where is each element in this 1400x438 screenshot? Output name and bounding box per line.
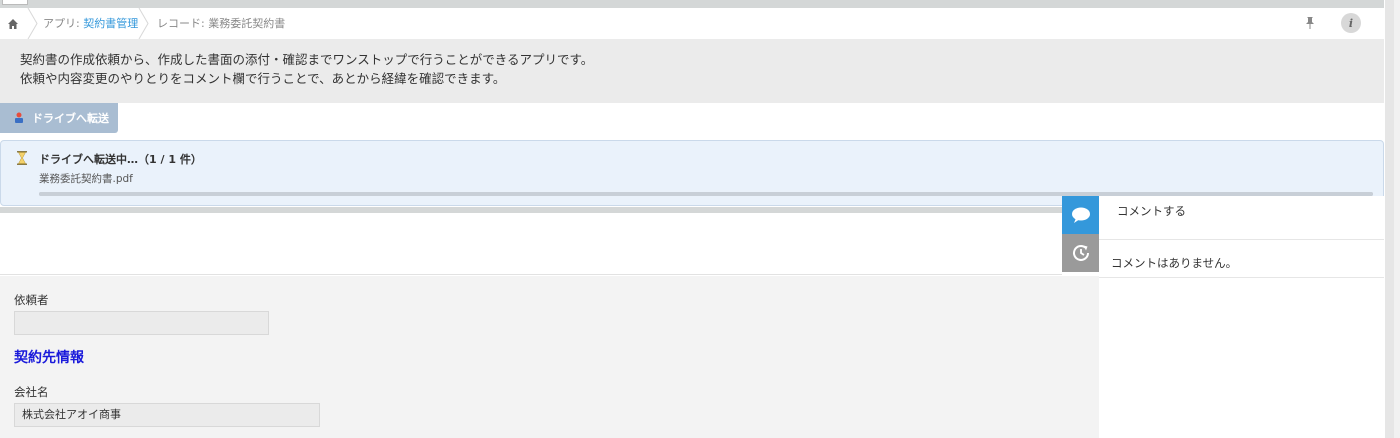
comment-divider: [1099, 277, 1384, 278]
comment-tab[interactable]: [1062, 196, 1099, 234]
drive-transfer-button[interactable]: ドライブへ転送: [0, 103, 118, 133]
top-header-bar: [0, 0, 1384, 8]
company-label: 会社名: [14, 385, 49, 399]
header-tab[interactable]: [2, 0, 28, 5]
no-comments-text: コメントはありません。: [1111, 256, 1238, 270]
transfer-title: ドライブへ転送中…（1 / 1 件）: [39, 153, 202, 166]
info-icon[interactable]: i: [1341, 13, 1361, 33]
app-description: 契約書の作成依頼から、作成した書面の添付・確認までワンストップで行うことができる…: [0, 39, 1384, 103]
comment-input[interactable]: コメントする: [1099, 196, 1384, 240]
requester-field[interactable]: [14, 311, 269, 335]
requester-label: 依頼者: [14, 293, 49, 307]
record-header-area: [0, 213, 1062, 275]
scrollbar-thumb[interactable]: [1385, 0, 1394, 438]
breadcrumb-app-link[interactable]: 契約書管理: [83, 17, 138, 30]
pin-icon[interactable]: [1300, 13, 1320, 33]
hourglass-icon: [17, 151, 27, 165]
history-icon: [1072, 244, 1089, 261]
breadcrumb-separator: [138, 8, 149, 39]
page-scrollbar[interactable]: [1384, 0, 1400, 438]
breadcrumb: アプリ: 契約書管理 レコード: 業務委託契約書 i: [0, 8, 1384, 39]
breadcrumb-separator: [27, 8, 38, 39]
company-field[interactable]: 株式会社アオイ商事: [14, 403, 320, 427]
breadcrumb-app-prefix: アプリ:: [43, 17, 84, 30]
description-line-2: 依頼や内容変更のやりとりをコメント欄で行うことで、あとから経緯を確認できます。: [20, 71, 506, 86]
history-tab[interactable]: [1062, 234, 1099, 272]
drive-transfer-label: ドライブへ転送: [32, 112, 109, 125]
section-title-contract-partner: 契約先情報: [14, 350, 84, 366]
transfer-file-name: 業務委託契約書.pdf: [39, 173, 133, 185]
comment-bubble-icon: [1071, 207, 1090, 223]
description-line-1: 契約書の作成依頼から、作成した書面の添付・確認までワンストップで行うことができる…: [20, 52, 594, 67]
comment-input-placeholder: コメントする: [1117, 204, 1186, 218]
home-icon[interactable]: [0, 8, 26, 39]
drive-upload-icon: [15, 112, 23, 123]
comment-panel: コメントする コメントはありません。: [1099, 196, 1384, 438]
breadcrumb-record: レコード: 業務委託契約書: [157, 17, 286, 30]
breadcrumb-app: アプリ: 契約書管理: [43, 8, 138, 39]
